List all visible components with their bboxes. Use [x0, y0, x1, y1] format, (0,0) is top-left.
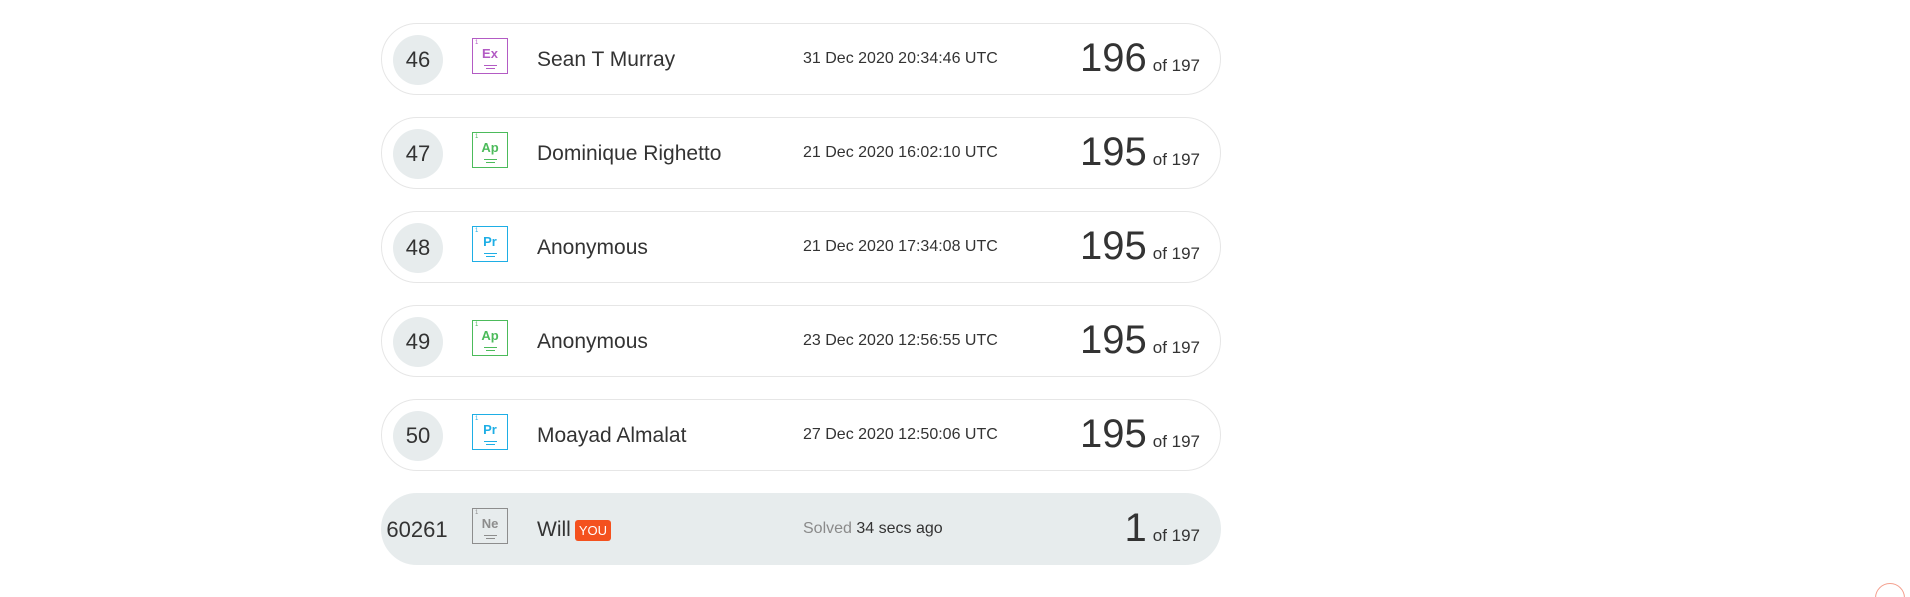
element-badge-icon: 1 Ap — [472, 320, 508, 356]
score-total: of 197 — [1152, 56, 1200, 75]
element-line — [486, 349, 495, 351]
element-number: 1 — [475, 416, 479, 422]
element-line — [486, 537, 495, 539]
score-value: 195 — [1079, 224, 1147, 268]
solved-date: 21 Dec 2020 16:02:10 UTC — [803, 144, 998, 161]
solved-time: Solved 34 secs ago — [803, 520, 943, 538]
element-symbol: Ap — [481, 139, 499, 155]
solved-ago: 34 secs ago — [856, 520, 943, 537]
rank-number: 49 — [393, 317, 443, 367]
solved-date: 21 Dec 2020 17:34:08 UTC — [803, 238, 998, 255]
element-symbol: Ex — [482, 45, 498, 61]
element-symbol: Pr — [483, 421, 497, 437]
your-rank-row[interactable]: 60261 1 Ne Will YOU Solved 34 secs ago 1… — [381, 493, 1221, 565]
element-badge-icon: 1 Ex — [472, 38, 508, 74]
element-badge-icon: 1 Pr — [472, 414, 508, 450]
element-line — [486, 67, 495, 69]
element-symbol: Pr — [483, 233, 497, 249]
element-line — [486, 161, 495, 163]
leaderboard-row[interactable]: 49 1 Ap Anonymous 23 Dec 2020 12:56:55 U… — [381, 305, 1221, 377]
element-number: 1 — [475, 228, 479, 234]
score: 195 of 197 — [1080, 226, 1200, 266]
leaderboard-page: 46 1 Ex Sean T Murray 31 Dec 2020 20:34:… — [0, 0, 1910, 597]
element-badge-icon: 1 Ne — [472, 508, 508, 544]
score: 196 of 197 — [1080, 38, 1200, 78]
leaderboard-row[interactable]: 46 1 Ex Sean T Murray 31 Dec 2020 20:34:… — [381, 23, 1221, 95]
player-name: Dominique Righetto — [537, 142, 722, 165]
leaderboard-row[interactable]: 47 1 Ap Dominique Righetto 21 Dec 2020 1… — [381, 117, 1221, 189]
score-total: of 197 — [1152, 338, 1200, 357]
element-symbol: Ap — [481, 327, 499, 343]
rank-number: 48 — [393, 223, 443, 273]
player-name: Moayad Almalat — [537, 424, 687, 447]
solved-date: 31 Dec 2020 20:34:46 UTC — [803, 50, 998, 67]
solved-date: 27 Dec 2020 12:50:06 UTC — [803, 426, 998, 443]
player-name-text: Will — [537, 518, 571, 541]
element-line — [484, 440, 497, 442]
chevron-up-icon: ︿ — [1883, 588, 1897, 597]
element-number: 1 — [475, 510, 479, 516]
element-line — [484, 158, 497, 160]
score-value: 195 — [1079, 412, 1147, 456]
element-symbol: Ne — [481, 515, 499, 531]
player-name: Anonymous — [537, 330, 648, 353]
element-line — [484, 252, 497, 254]
player-name: Sean T Murray — [537, 48, 676, 71]
player-name: Will YOU — [537, 518, 611, 542]
score: 195 of 197 — [1080, 132, 1200, 172]
score: 195 of 197 — [1080, 320, 1200, 360]
score-total: of 197 — [1152, 150, 1200, 169]
you-badge: YOU — [574, 519, 611, 541]
leaderboard-row[interactable]: 50 1 Pr Moayad Almalat 27 Dec 2020 12:50… — [381, 399, 1221, 471]
element-badge-icon: 1 Ap — [472, 132, 508, 168]
score-total: of 197 — [1152, 432, 1200, 451]
element-number: 1 — [475, 134, 479, 140]
element-line — [486, 255, 495, 257]
score: 195 of 197 — [1080, 414, 1200, 454]
element-number: 1 — [475, 322, 479, 328]
score-value: 195 — [1079, 130, 1147, 174]
element-line — [484, 346, 497, 348]
solved-date: 23 Dec 2020 12:56:55 UTC — [803, 332, 998, 349]
score-value: 195 — [1079, 318, 1147, 362]
element-line — [486, 443, 495, 445]
score-value: 1 — [1124, 506, 1147, 550]
leaderboard-row[interactable]: 48 1 Pr Anonymous 21 Dec 2020 17:34:08 U… — [381, 211, 1221, 283]
leaderboard-list: 46 1 Ex Sean T Murray 31 Dec 2020 20:34:… — [381, 23, 1221, 565]
rank-number: 47 — [393, 129, 443, 179]
score-value: 196 — [1079, 36, 1147, 80]
scroll-to-top-button[interactable]: ︿ — [1875, 583, 1905, 597]
rank-number: 60261 — [386, 517, 448, 542]
rank-number: 50 — [393, 411, 443, 461]
score-total: of 197 — [1152, 526, 1200, 545]
element-line — [484, 64, 497, 66]
score: 1 of 197 — [1124, 508, 1200, 548]
element-number: 1 — [475, 40, 479, 46]
score-total: of 197 — [1152, 244, 1200, 263]
solved-label: Solved — [803, 520, 852, 537]
element-badge-icon: 1 Pr — [472, 226, 508, 262]
player-name: Anonymous — [537, 236, 648, 259]
rank-number: 46 — [393, 35, 443, 85]
element-line — [484, 534, 497, 536]
